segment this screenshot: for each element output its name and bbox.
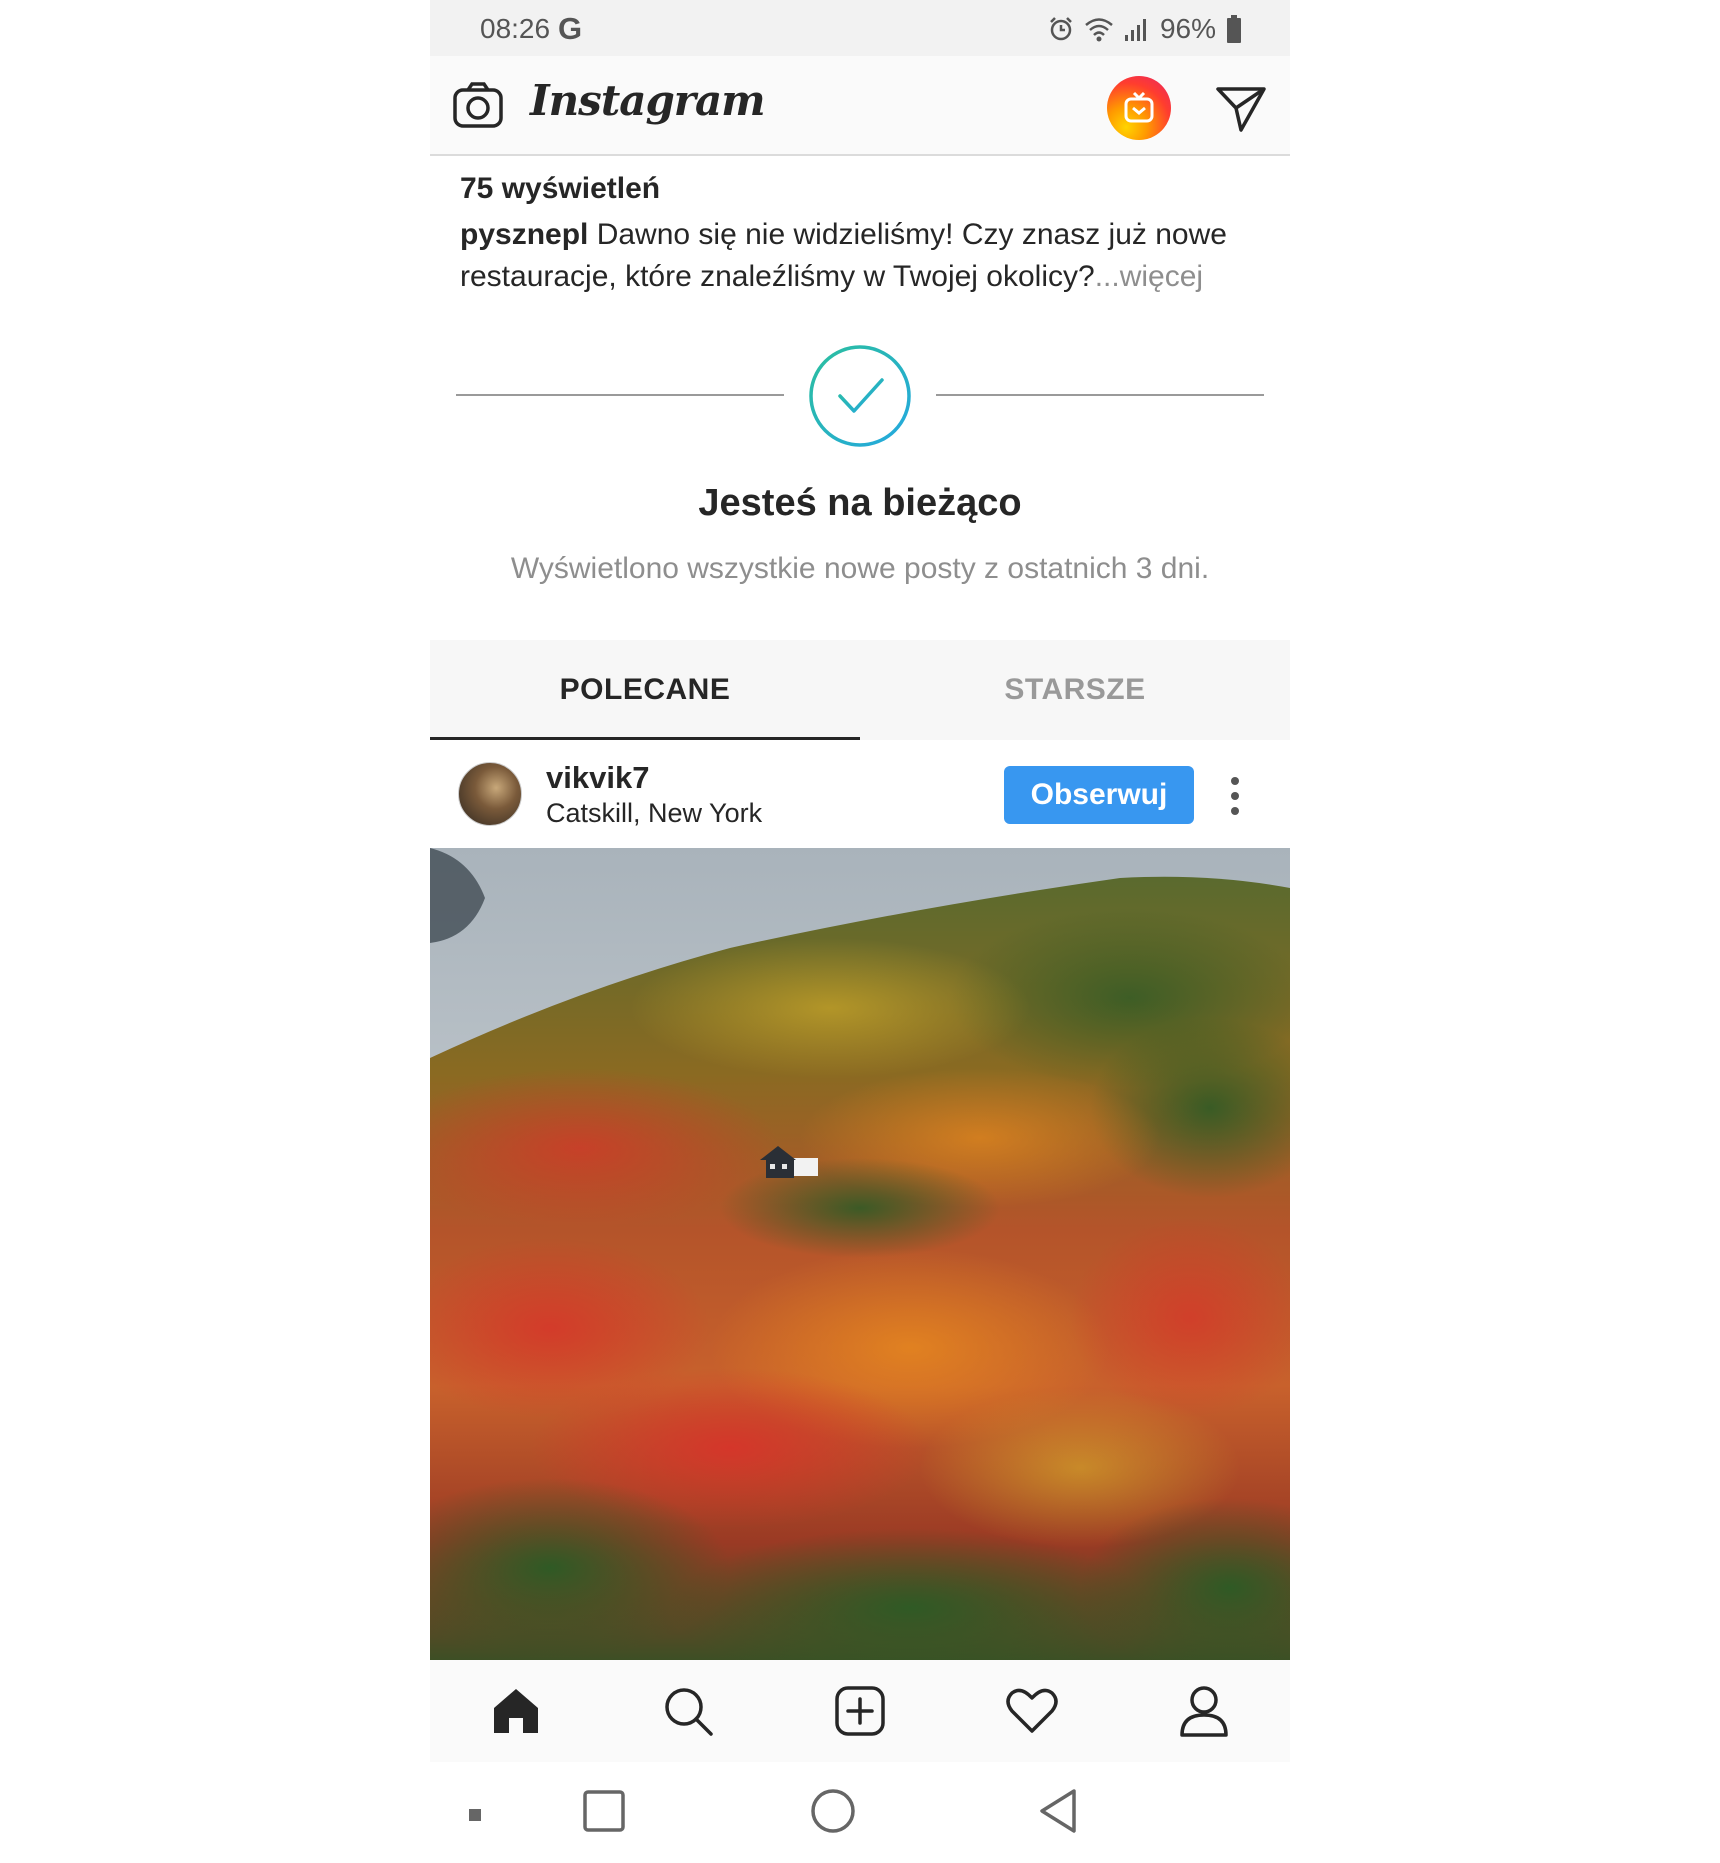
add-post-icon [835,1686,885,1736]
divider-right [936,394,1264,396]
post-caption: pysznepl Dawno się nie widzieliśmy! Czy … [460,214,1270,298]
menu-dot-icon[interactable] [468,1808,482,1822]
nav-activity[interactable] [997,1676,1067,1746]
wifi-icon [1085,18,1113,42]
igtv-icon[interactable] [1107,76,1171,140]
status-time: 08:26 [480,13,551,44]
nav-search[interactable] [653,1676,723,1746]
checkmark-circle-icon [809,345,911,447]
alarm-icon [1050,17,1072,41]
follow-button[interactable]: Obserwuj [1004,766,1194,824]
more-link[interactable]: ...więcej [1095,260,1203,293]
home-circle-icon[interactable] [809,1787,857,1835]
post-header: vikvik7 Catskill, New York Obserwuj [430,740,1290,848]
caught-up-title: Jesteś na bieżąco [698,482,1022,524]
battery-percent: 96% [1159,13,1216,44]
nav-home[interactable] [481,1676,551,1746]
status-bar: 08:26 G 96% [430,0,1290,56]
avatar[interactable] [458,762,522,826]
divider-left [456,394,784,396]
nav-profile[interactable] [1169,1676,1239,1746]
camera-icon[interactable] [452,80,504,132]
views-count: 75 wyświetleń [460,172,661,205]
bottom-nav [430,1660,1290,1762]
signal-icon [1124,19,1146,41]
activity-heart-icon [1006,1688,1058,1733]
search-icon [665,1688,713,1736]
home-icon [494,1689,538,1733]
post-photo[interactable] [430,848,1290,1660]
phone-screen: 08:26 G 96% Instagram 75 wyświetleń pysz… [430,0,1290,1863]
caption-username[interactable]: pysznepl [460,218,588,251]
back-icon[interactable] [1036,1787,1080,1835]
profile-icon [1180,1686,1228,1737]
feed-tabs: POLECANE STARSZE [430,640,1290,740]
send-icon[interactable] [1215,84,1267,134]
caught-up-subtitle: Wyświetlono wszystkie nowe posty z ostat… [510,552,1210,585]
app-header: Instagram [430,56,1290,156]
tab-polecane[interactable]: POLECANE [430,640,860,740]
instagram-logo: Instagram [530,76,766,125]
google-icon: G [558,11,583,46]
more-options-icon[interactable] [1230,776,1240,816]
status-indicators: 96% [1048,12,1242,46]
system-nav [430,1762,1290,1863]
nav-add[interactable] [825,1676,895,1746]
post-username[interactable]: vikvik7 [546,760,649,796]
post-location[interactable]: Catskill, New York [546,798,762,829]
battery-icon [1227,15,1241,43]
autumn-hillside-image [430,848,1290,1660]
tab-starsze[interactable]: STARSZE [860,640,1290,740]
recents-icon[interactable] [582,1789,626,1833]
